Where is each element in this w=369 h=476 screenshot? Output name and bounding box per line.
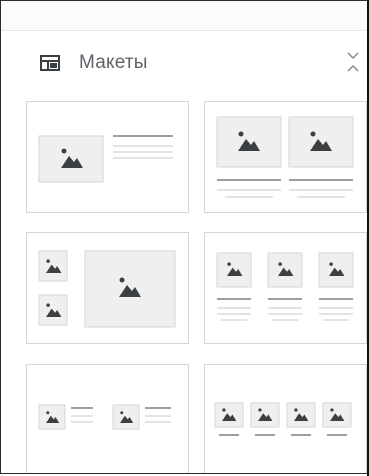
layout-preview bbox=[38, 250, 176, 328]
layout-preview bbox=[38, 404, 171, 430]
panel-header[interactable]: Макеты bbox=[1, 41, 367, 87]
layout-card-four-images-captions[interactable] bbox=[204, 364, 367, 473]
layout-card-images-side-text[interactable] bbox=[26, 364, 189, 473]
layout-card-two-images-captions[interactable] bbox=[204, 101, 367, 213]
layout-card-small-images-large[interactable] bbox=[26, 232, 189, 344]
chevron-collapse-icon[interactable] bbox=[345, 48, 361, 78]
layout-card-three-images-captions[interactable] bbox=[204, 232, 367, 344]
layout-preview bbox=[214, 402, 352, 436]
layout-preview bbox=[216, 252, 354, 321]
layouts-panel: Макеты bbox=[0, 0, 367, 474]
layout-card-image-left-text[interactable] bbox=[26, 101, 189, 213]
layout-preview bbox=[38, 135, 173, 183]
layout-icon bbox=[40, 55, 60, 71]
layout-preview bbox=[216, 116, 354, 198]
top-strip bbox=[1, 1, 367, 31]
panel-title: Макеты bbox=[79, 52, 148, 73]
